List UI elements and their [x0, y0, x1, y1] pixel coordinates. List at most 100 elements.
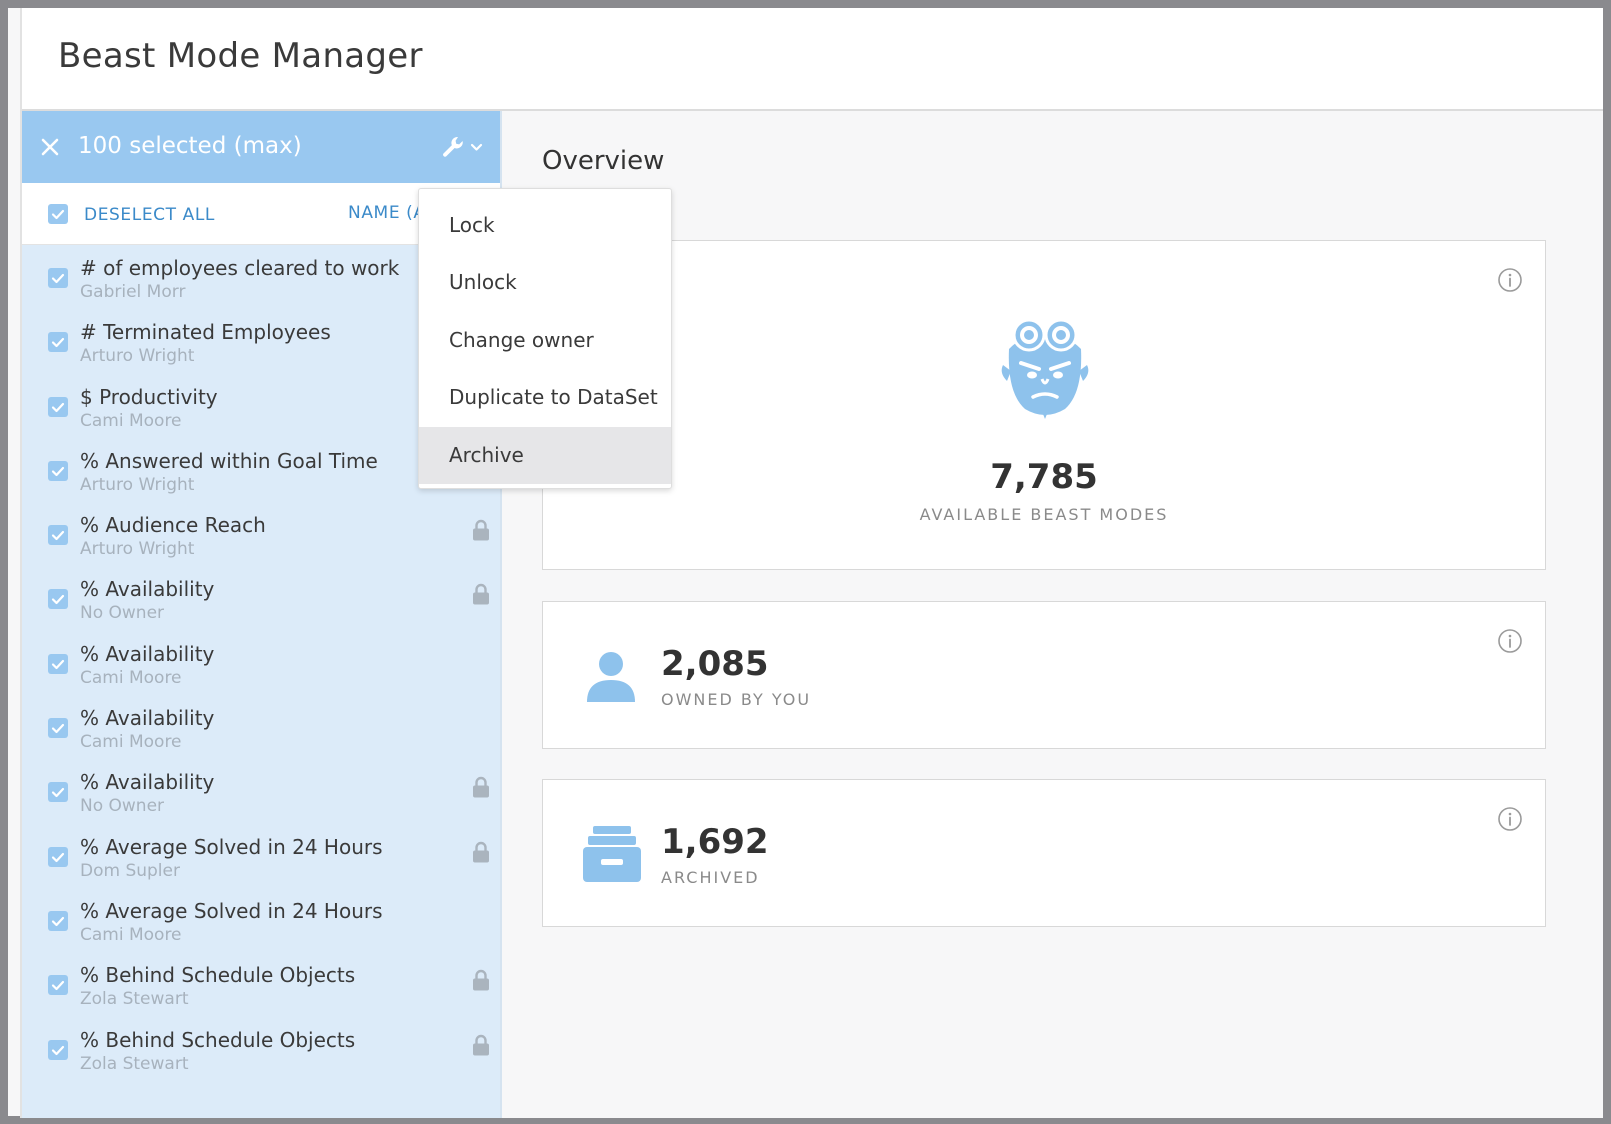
item-owner: Cami Moore: [80, 410, 182, 431]
archived-caption: ARCHIVED: [661, 868, 760, 887]
list-item[interactable]: % Audience Reach Arturo Wright: [22, 502, 500, 566]
checkbox-checked-icon: [51, 852, 65, 862]
item-checkbox[interactable]: [48, 525, 68, 546]
lock-icon: [473, 777, 489, 798]
list-item[interactable]: % Average Solved in 24 Hours Cami Moore: [22, 888, 500, 952]
lock-icon: [473, 1034, 489, 1056]
item-checkbox[interactable]: [48, 396, 68, 417]
item-name: % Behind Schedule Objects: [80, 963, 356, 988]
window-frame: Beast Mode Manager 100 selected (max) DE…: [0, 0, 1611, 1124]
available-beast-modes-card: 7,785 AVAILABLE BEAST MODES: [542, 240, 1546, 570]
item-name: % Average Solved in 24 Hours: [80, 898, 383, 923]
item-owner: Arturo Wright: [80, 346, 195, 367]
item-checkbox[interactable]: [48, 846, 68, 867]
item-name: % Availability: [80, 577, 215, 602]
app-header: Beast Mode Manager: [22, 8, 1603, 111]
menu-item-change-owner[interactable]: Change owner: [419, 312, 671, 369]
info-icon: [1498, 629, 1522, 653]
lock-status: [472, 583, 490, 605]
item-name: % Average Solved in 24 Hours: [80, 834, 383, 859]
item-checkbox[interactable]: [48, 1039, 68, 1060]
wrench-icon: [443, 136, 463, 157]
item-owner: Dom Supler: [80, 860, 180, 881]
item-owner: Cami Moore: [80, 732, 182, 753]
archive-box-icon: [583, 826, 641, 882]
chevron-down-icon: [470, 143, 483, 151]
available-count: 7,785: [990, 457, 1098, 497]
list-item[interactable]: % Availability No Owner: [22, 566, 500, 630]
item-checkbox[interactable]: [48, 460, 68, 481]
list-item[interactable]: % Behind Schedule Objects Zola Stewart: [22, 1017, 500, 1081]
info-button[interactable]: [1497, 628, 1523, 654]
menu-item-archive[interactable]: Archive: [419, 426, 671, 484]
item-checkbox[interactable]: [48, 268, 68, 288]
item-owner: No Owner: [80, 603, 165, 624]
item-checkbox[interactable]: [48, 910, 68, 931]
item-owner: No Owner: [80, 796, 165, 817]
item-name: # of employees cleared to work: [80, 256, 400, 280]
bulk-actions-button[interactable]: [436, 129, 492, 165]
owned-caption: OWNED BY YOU: [661, 690, 812, 709]
checkbox-checked-icon: [51, 466, 65, 476]
item-owner: Arturo Wright: [80, 539, 195, 560]
archived-count: 1,692: [661, 822, 769, 862]
list-item[interactable]: % Availability No Owner: [22, 759, 500, 823]
checkbox-checked-icon: [51, 1045, 65, 1055]
item-name: $ Productivity: [80, 384, 218, 409]
beast-mode-mascot-icon: [1001, 318, 1089, 419]
lock-status: [472, 969, 490, 991]
lock-status: [472, 519, 490, 541]
menu-item-unlock[interactable]: Unlock: [419, 254, 671, 311]
checkbox-checked-icon: [51, 273, 65, 284]
checkbox-checked-icon: [51, 338, 65, 348]
checkbox-checked-icon: [51, 981, 65, 991]
item-owner: Cami Moore: [80, 667, 182, 688]
list-item[interactable]: % Availability Cami Moore: [22, 631, 500, 695]
info-icon: [1498, 807, 1522, 831]
item-owner: Zola Stewart: [80, 1053, 189, 1074]
sort-by-name-button[interactable]: NAME (A: [348, 203, 426, 223]
app-container: Beast Mode Manager 100 selected (max) DE…: [20, 8, 1603, 1118]
item-name: % Availability: [80, 706, 215, 731]
info-button[interactable]: [1497, 806, 1523, 832]
item-checkbox[interactable]: [48, 332, 68, 353]
clear-selection-button[interactable]: [32, 129, 68, 165]
archived-card: 1,692 ARCHIVED: [542, 779, 1546, 927]
checkbox-checked-icon: [51, 788, 65, 798]
lock-icon: [473, 970, 489, 991]
item-owner: Zola Stewart: [80, 989, 189, 1010]
item-checkbox[interactable]: [48, 589, 68, 610]
item-name: % Availability: [80, 641, 215, 666]
deselect-all-button[interactable]: DESELECT ALL: [84, 205, 215, 225]
checkbox-checked-icon: [51, 595, 65, 605]
lock-status: [472, 1034, 490, 1056]
info-icon: [1498, 268, 1522, 292]
list-item[interactable]: % Average Solved in 24 Hours Dom Supler: [22, 824, 500, 888]
info-button[interactable]: [1497, 267, 1523, 293]
item-owner: Gabriel Morr: [80, 282, 186, 302]
list-item[interactable]: % Availability Cami Moore: [22, 695, 500, 759]
item-checkbox[interactable]: [48, 782, 68, 803]
bulk-actions-menu: Lock Unlock Change owner Duplicate to DataS…: [418, 188, 672, 489]
item-checkbox[interactable]: [48, 975, 68, 996]
selection-bar: 100 selected (max): [22, 111, 500, 183]
select-all-checkbox[interactable]: [48, 204, 68, 224]
item-checkbox[interactable]: [48, 718, 68, 739]
checkbox-checked-icon: [51, 723, 65, 734]
item-checkbox[interactable]: [48, 653, 68, 674]
checkbox-checked-icon: [51, 659, 65, 669]
selected-count: 100 selected (max): [78, 133, 302, 159]
list-item[interactable]: % Behind Schedule Objects Zola Stewart: [22, 952, 500, 1016]
person-icon: [587, 652, 635, 702]
checkbox-checked-icon: [51, 531, 65, 541]
item-name: # Terminated Employees: [80, 320, 331, 345]
owned-by-you-card: 2,085 OWNED BY YOU: [542, 601, 1546, 749]
menu-item-duplicate-to-dataset[interactable]: Duplicate to DataSet: [419, 369, 671, 426]
lock-status: [472, 776, 490, 798]
item-name: % Behind Schedule Objects: [80, 1027, 356, 1052]
item-name: % Answered within Goal Time: [80, 448, 378, 473]
menu-item-lock[interactable]: Lock: [419, 197, 671, 254]
available-caption: AVAILABLE BEAST MODES: [919, 505, 1169, 524]
item-name: % Audience Reach: [80, 513, 266, 538]
owned-count: 2,085: [661, 644, 769, 684]
